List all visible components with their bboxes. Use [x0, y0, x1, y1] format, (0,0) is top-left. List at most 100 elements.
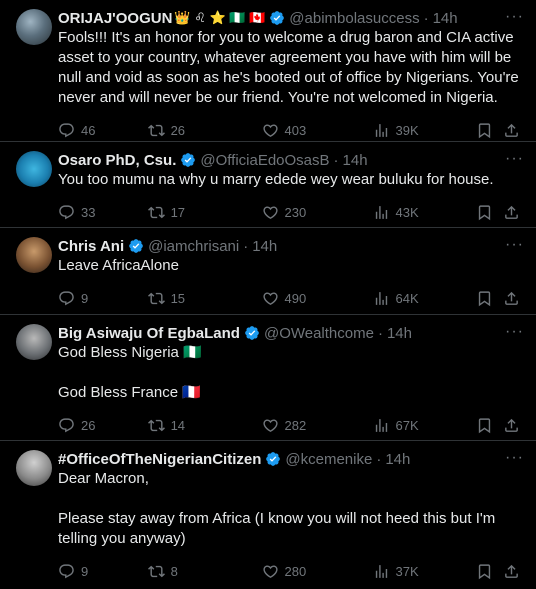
tweet-text: You too mumu na why u marry edede wey we…	[58, 171, 494, 188]
repost-button[interactable]: 14	[148, 417, 262, 434]
reply-button[interactable]: 9	[58, 290, 148, 307]
tweet[interactable]: ··· Osaro PhD, Csu. @OfficiaEdoOsasB · 1…	[0, 142, 536, 228]
views-button[interactable]: 43K	[373, 204, 476, 221]
share-button[interactable]	[503, 417, 520, 434]
more-icon[interactable]: ···	[505, 150, 524, 168]
tweet-text: Fools!!! It's an honor for you to welcom…	[58, 29, 523, 106]
tweet[interactable]: ··· Chris Ani @iamchrisani · 14h Leave A…	[0, 228, 536, 315]
display-name[interactable]: Big Asiwaju Of EgbaLand	[58, 325, 240, 342]
bookmark-button[interactable]	[476, 563, 503, 580]
reply-count: 46	[81, 122, 96, 138]
display-name[interactable]: Osaro PhD, Csu.	[58, 152, 176, 169]
tweet-text: Dear Macron, Please stay away from Afric…	[58, 470, 496, 547]
like-button[interactable]: 280	[262, 563, 373, 580]
user-handle[interactable]: @OWealthcome	[264, 325, 374, 342]
display-name[interactable]: #OfficeOfTheNigerianCitizen	[58, 451, 261, 468]
avatar[interactable]	[16, 450, 52, 486]
more-icon[interactable]: ···	[505, 323, 524, 341]
reply-feed: ··· ORIJAJ'OOGUN 👑 ♌ ⭐ 🇳🇬 🇨🇦 @abimbolasu…	[0, 0, 536, 589]
repost-button[interactable]: 15	[148, 290, 262, 307]
tweet-text: Leave AfricaAlone	[58, 257, 179, 274]
display-name[interactable]: Chris Ani	[58, 238, 124, 255]
display-name[interactable]: ORIJAJ'OOGUN	[58, 10, 172, 27]
view-count: 39K	[395, 122, 419, 138]
bookmark-button[interactable]	[476, 204, 503, 221]
like-icon	[262, 290, 279, 307]
repost-button[interactable]: 8	[148, 563, 262, 580]
views-button[interactable]: 67K	[373, 417, 476, 434]
separator-dot: ·	[376, 450, 382, 468]
repost-count: 14	[170, 417, 186, 433]
reply-button[interactable]: 46	[58, 122, 148, 139]
avatar[interactable]	[16, 237, 52, 273]
views-button[interactable]: 64K	[373, 290, 476, 307]
reply-button[interactable]: 26	[58, 417, 148, 434]
repost-icon	[148, 563, 165, 580]
verified-badge-icon	[180, 152, 196, 168]
separator-dot: ·	[333, 151, 339, 169]
views-button[interactable]: 37K	[373, 563, 476, 580]
like-button[interactable]: 490	[262, 290, 373, 307]
repost-count: 15	[170, 290, 186, 306]
more-icon[interactable]: ···	[505, 449, 524, 467]
view-count: 67K	[395, 417, 419, 433]
repost-icon	[148, 204, 165, 221]
like-button[interactable]: 403	[262, 122, 373, 139]
avatar[interactable]	[16, 151, 52, 187]
timestamp[interactable]: 14h	[385, 451, 410, 468]
more-icon[interactable]: ···	[505, 236, 524, 254]
timestamp[interactable]: 14h	[433, 10, 458, 27]
like-icon	[262, 122, 279, 139]
action-bar: 9 15 490 64K	[58, 282, 520, 314]
repost-count: 8	[170, 563, 178, 579]
share-icon	[503, 204, 520, 221]
tweet[interactable]: ··· ORIJAJ'OOGUN 👑 ♌ ⭐ 🇳🇬 🇨🇦 @abimbolasu…	[0, 0, 536, 142]
timestamp[interactable]: 14h	[252, 238, 277, 255]
share-icon	[503, 290, 520, 307]
bookmark-button[interactable]	[476, 122, 503, 139]
repost-button[interactable]: 26	[148, 122, 262, 139]
verified-badge-icon	[128, 238, 144, 254]
timestamp[interactable]: 14h	[343, 152, 368, 169]
share-icon	[503, 122, 520, 139]
repost-count: 26	[170, 122, 186, 138]
views-icon	[373, 417, 390, 434]
views-icon	[373, 204, 390, 221]
share-button[interactable]	[503, 122, 520, 139]
reply-icon	[58, 417, 75, 434]
user-handle[interactable]: @abimbolasuccess	[289, 10, 419, 27]
avatar[interactable]	[16, 324, 52, 360]
share-button[interactable]	[503, 563, 520, 580]
like-button[interactable]: 230	[262, 204, 373, 221]
share-icon	[503, 417, 520, 434]
views-button[interactable]: 39K	[373, 122, 476, 139]
timestamp[interactable]: 14h	[387, 325, 412, 342]
user-handle[interactable]: @iamchrisani	[148, 238, 239, 255]
bookmark-button[interactable]	[476, 417, 503, 434]
share-button[interactable]	[503, 290, 520, 307]
repost-icon	[148, 290, 165, 307]
views-icon	[373, 122, 390, 139]
action-bar: 26 14 282 67K	[58, 409, 520, 441]
repost-button[interactable]: 17	[148, 204, 262, 221]
tweet[interactable]: ··· #OfficeOfTheNigerianCitizen @kcemeni…	[0, 441, 536, 589]
view-count: 37K	[395, 563, 419, 579]
reply-button[interactable]: 9	[58, 563, 148, 580]
like-count: 280	[284, 563, 307, 579]
like-button[interactable]: 282	[262, 417, 373, 434]
more-icon[interactable]: ···	[505, 8, 524, 26]
tweet-header: ORIJAJ'OOGUN 👑 ♌ ⭐ 🇳🇬 🇨🇦 @abimbolasucces…	[58, 8, 520, 28]
share-button[interactable]	[503, 204, 520, 221]
reply-button[interactable]: 33	[58, 204, 148, 221]
repost-count: 17	[170, 204, 186, 220]
user-handle[interactable]: @kcemenike	[285, 451, 372, 468]
bookmark-icon	[476, 417, 493, 434]
tweet[interactable]: ··· Big Asiwaju Of EgbaLand @OWealthcome…	[0, 315, 536, 441]
view-count: 64K	[395, 290, 419, 306]
user-handle[interactable]: @OfficiaEdoOsasB	[200, 152, 329, 169]
avatar[interactable]	[16, 9, 52, 45]
like-icon	[262, 417, 279, 434]
like-count: 230	[284, 204, 307, 220]
bookmark-button[interactable]	[476, 290, 503, 307]
views-icon	[373, 290, 390, 307]
